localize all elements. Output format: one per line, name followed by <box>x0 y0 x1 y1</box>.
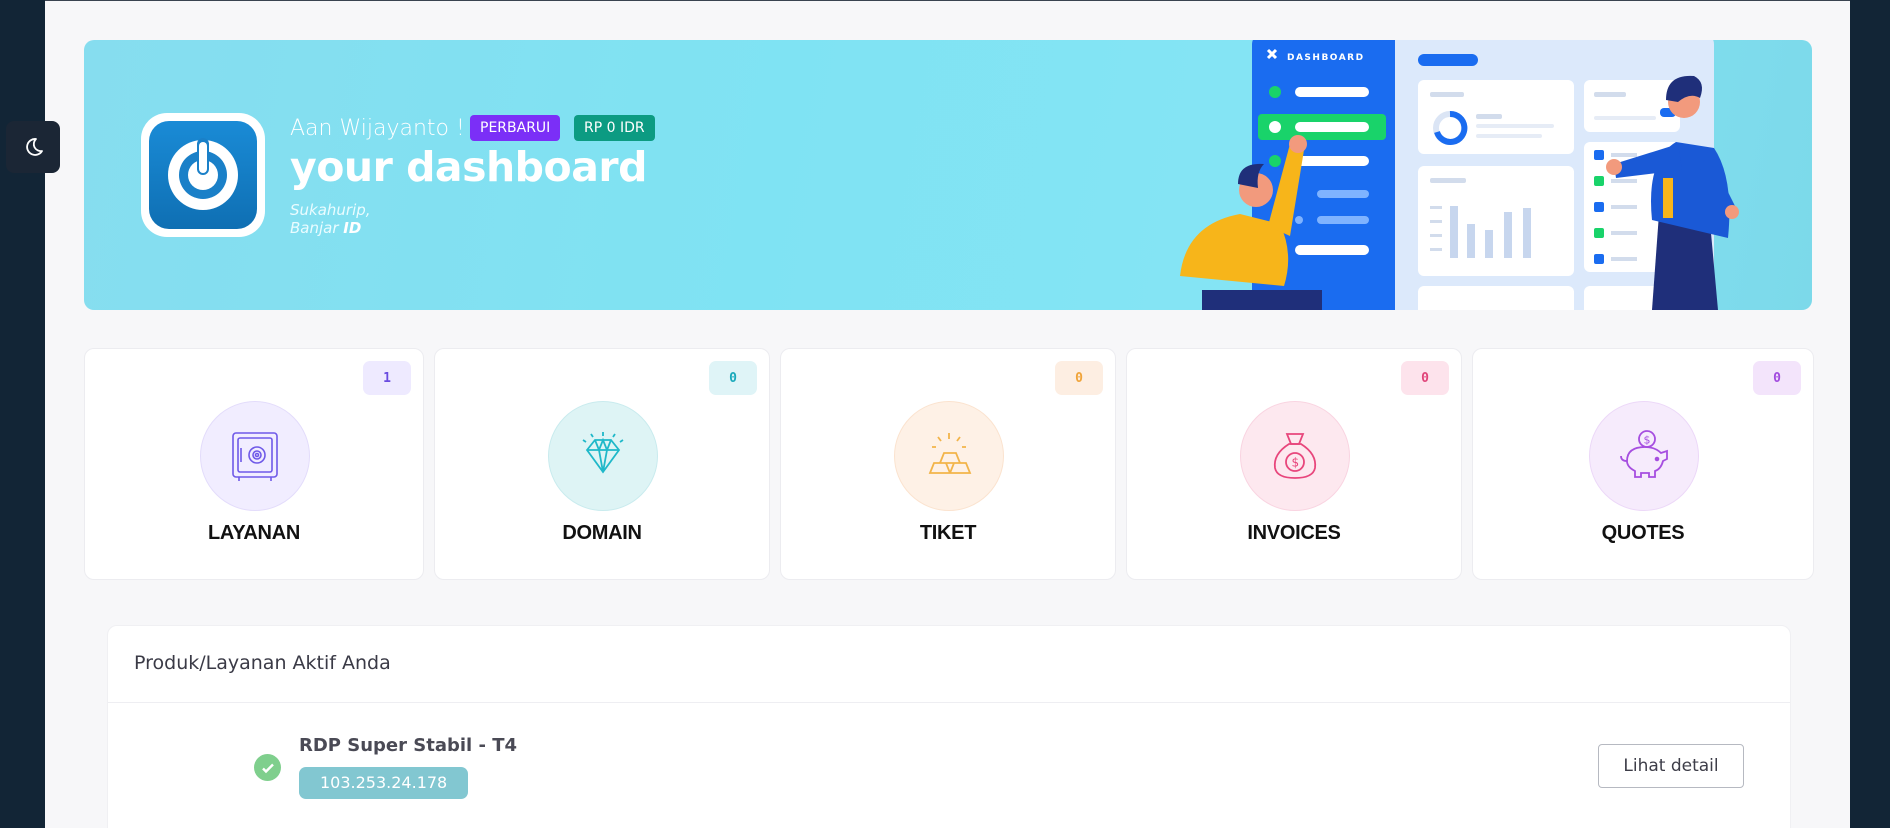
dashboard-illustration: DASHBOARD <box>1180 40 1739 310</box>
money-bag-icon: $ <box>1240 401 1350 511</box>
safe-icon <box>200 401 310 511</box>
renew-badge[interactable]: PERBARUI <box>470 115 561 141</box>
stat-label: DOMAIN <box>562 522 642 544</box>
power-icon <box>168 138 238 210</box>
dark-mode-toggle[interactable] <box>6 121 60 173</box>
check-circle-icon <box>254 754 281 781</box>
count-badge: 0 <box>1055 361 1103 395</box>
svg-text:$: $ <box>1292 456 1300 470</box>
count-badge: 0 <box>1401 361 1449 395</box>
view-detail-button[interactable]: Lihat detail <box>1598 744 1744 788</box>
stat-card-domain[interactable]: 0 DOMAIN <box>434 348 770 580</box>
stat-label: INVOICES <box>1247 522 1341 544</box>
svg-text:$: $ <box>1644 434 1651 447</box>
divider <box>108 702 1790 703</box>
count-badge: 1 <box>363 361 411 395</box>
service-name[interactable]: RDP Super Stabil - T4 <box>299 735 517 756</box>
avatar-logo <box>141 113 265 237</box>
user-greeting: Aan Wijayanto ! <box>290 116 465 141</box>
balance-badge[interactable]: RP 0 IDR <box>574 115 655 141</box>
piggy-bank-icon: $ <box>1589 401 1699 511</box>
svg-text:DASHBOARD: DASHBOARD <box>1287 53 1365 63</box>
user-location: Sukahurip, Banjar ID <box>290 201 371 237</box>
diamond-icon <box>548 401 658 511</box>
stat-card-layanan[interactable]: 1 LAYANAN <box>84 348 424 580</box>
count-badge: 0 <box>1753 361 1801 395</box>
panel-title: Produk/Layanan Aktif Anda <box>134 652 391 674</box>
gold-bars-icon <box>894 401 1004 511</box>
count-badge: 0 <box>709 361 757 395</box>
page-title: your dashboard <box>290 143 647 191</box>
stat-card-tiket[interactable]: 0 TIKET <box>780 348 1116 580</box>
active-services-panel: Produk/Layanan Aktif Anda RDP Super Stab… <box>107 625 1791 828</box>
stat-label: QUOTES <box>1601 522 1685 544</box>
stat-label: TIKET <box>919 522 977 544</box>
stat-card-invoices[interactable]: 0 $ INVOICES <box>1126 348 1462 580</box>
main-page: Aan Wijayanto ! PERBARUI RP 0 IDR your d… <box>45 0 1850 828</box>
hero-banner: Aan Wijayanto ! PERBARUI RP 0 IDR your d… <box>84 40 1812 310</box>
stat-label: LAYANAN <box>207 522 300 544</box>
moon-icon <box>26 138 43 156</box>
stat-card-quotes[interactable]: 0 $ QUOTES <box>1472 348 1814 580</box>
service-ip-badge: 103.253.24.178 <box>299 767 469 799</box>
